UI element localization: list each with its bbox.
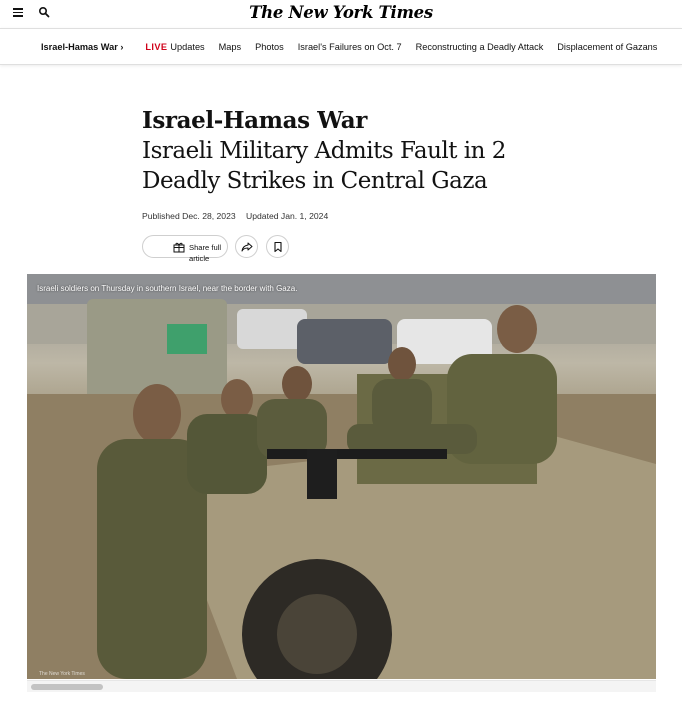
nav-item-photos[interactable]: Photos xyxy=(255,42,284,52)
section-kicker-link[interactable]: Israel-Hamas War › xyxy=(41,42,123,52)
share-full-article-button[interactable]: Share full article xyxy=(142,235,228,263)
published-date: Published Dec. 28, 2023 xyxy=(142,211,236,221)
photo-credit: The New York Times xyxy=(39,671,85,677)
masthead: The New York Times xyxy=(0,0,682,28)
bookmark-icon xyxy=(274,241,282,253)
article-title: Israeli Military Admits Fault in 2 Deadl… xyxy=(142,136,562,196)
nav-item-israel-failures[interactable]: Israel's Failures on Oct. 7 xyxy=(298,42,402,52)
share-arrow-icon xyxy=(241,242,253,252)
horizontal-scrollbar[interactable] xyxy=(27,680,656,692)
section-nav: Israel-Hamas War › LIVE Updates Maps Phot… xyxy=(0,28,682,65)
nav-item-reconstructing-attack[interactable]: Reconstructing a Deadly Attack xyxy=(416,42,544,52)
updated-date: Updated Jan. 1, 2024 xyxy=(246,211,329,221)
article-title-line: Israeli Military Admits Fault in 2 xyxy=(142,138,506,164)
section-title: Israel-Hamas War xyxy=(142,107,367,134)
photo-caption: Israeli soldiers on Thursday in southern… xyxy=(37,284,298,293)
share-full-label: Share full article xyxy=(189,243,222,263)
save-bookmark-button[interactable] xyxy=(266,235,289,258)
nav-item-maps[interactable]: Maps xyxy=(219,42,241,52)
gift-icon xyxy=(173,242,185,253)
nav-item-displacement[interactable]: Displacement of Gazans xyxy=(557,42,657,52)
article-dates: Published Dec. 28, 2023 Updated Jan. 1, … xyxy=(142,211,328,221)
lead-photo: Israeli soldiers on Thursday in southern… xyxy=(27,274,656,679)
nav-item-live-updates[interactable]: LIVE Updates xyxy=(145,42,204,52)
nyt-logo[interactable]: The New York Times xyxy=(0,3,682,22)
lead-photo-image xyxy=(27,274,656,679)
share-button[interactable] xyxy=(235,235,258,258)
scrollbar-thumb[interactable] xyxy=(31,684,103,690)
headline-block: Israel-Hamas War Israeli Military Admits… xyxy=(142,106,562,196)
article-title-line: Deadly Strikes in Central Gaza xyxy=(142,168,488,194)
live-badge: LIVE xyxy=(145,42,168,52)
nav-item-label: Updates xyxy=(170,42,205,52)
